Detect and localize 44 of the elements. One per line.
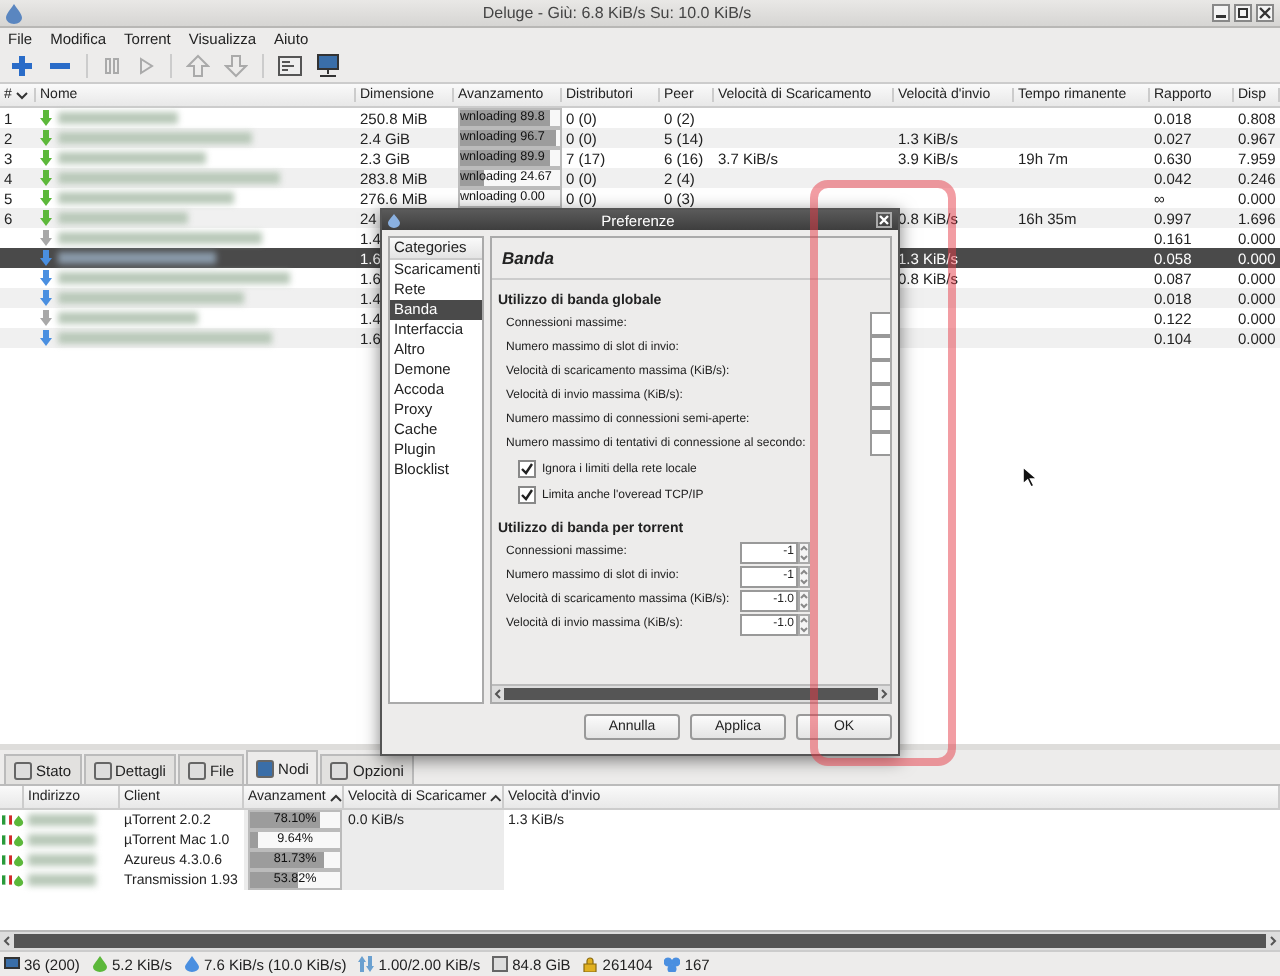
droplet-icon (91, 956, 108, 972)
close-icon[interactable] (1256, 4, 1274, 22)
cursor-icon (1022, 466, 1038, 488)
sort-icon (15, 91, 28, 99)
spinner-icon[interactable] (798, 613, 810, 635)
blurred-text (58, 312, 198, 324)
nodes-icon (664, 956, 681, 972)
minimize-icon[interactable] (1212, 4, 1230, 22)
droplet-icon (6, 3, 22, 23)
arrow-left-icon[interactable] (492, 688, 504, 700)
network-icon (4, 956, 20, 972)
arrow-right-icon[interactable] (1266, 934, 1280, 948)
droplet-icon (388, 213, 400, 227)
blurred-text (28, 814, 96, 826)
number-field[interactable] (870, 336, 890, 360)
arrow-right-icon[interactable] (878, 688, 890, 700)
scrollbar[interactable] (492, 684, 890, 702)
close-icon[interactable] (876, 212, 892, 228)
scrollbar[interactable] (0, 930, 1280, 950)
number-field[interactable] (870, 384, 890, 408)
page-title: Banda (502, 248, 554, 268)
blurred-text (28, 874, 96, 886)
blurred-text (28, 834, 96, 846)
spinner-icon[interactable] (798, 589, 810, 611)
number-field[interactable] (870, 360, 890, 384)
arrows-icon (358, 956, 375, 972)
arrow-left-icon[interactable] (0, 934, 14, 948)
spinner-icon[interactable] (798, 541, 810, 563)
number-field[interactable] (870, 312, 890, 336)
droplet-icon (183, 956, 200, 972)
sort-icon[interactable] (329, 793, 342, 801)
blurred-text (28, 854, 96, 866)
number-field[interactable] (870, 432, 890, 456)
add-icon[interactable] (10, 54, 34, 78)
spinner-icon[interactable] (798, 565, 810, 587)
blurred-text (58, 212, 188, 224)
number-field[interactable] (870, 408, 890, 432)
maximize-icon[interactable] (1234, 4, 1252, 22)
sort-icon[interactable] (490, 793, 502, 801)
blurred-text (58, 112, 178, 124)
checkbox[interactable] (518, 460, 536, 478)
window-title: Deluge - Giù: 6.8 KiB/s Su: 10.0 KiB/s (480, 4, 754, 22)
checkbox[interactable] (518, 486, 536, 504)
lock-icon (582, 956, 599, 972)
